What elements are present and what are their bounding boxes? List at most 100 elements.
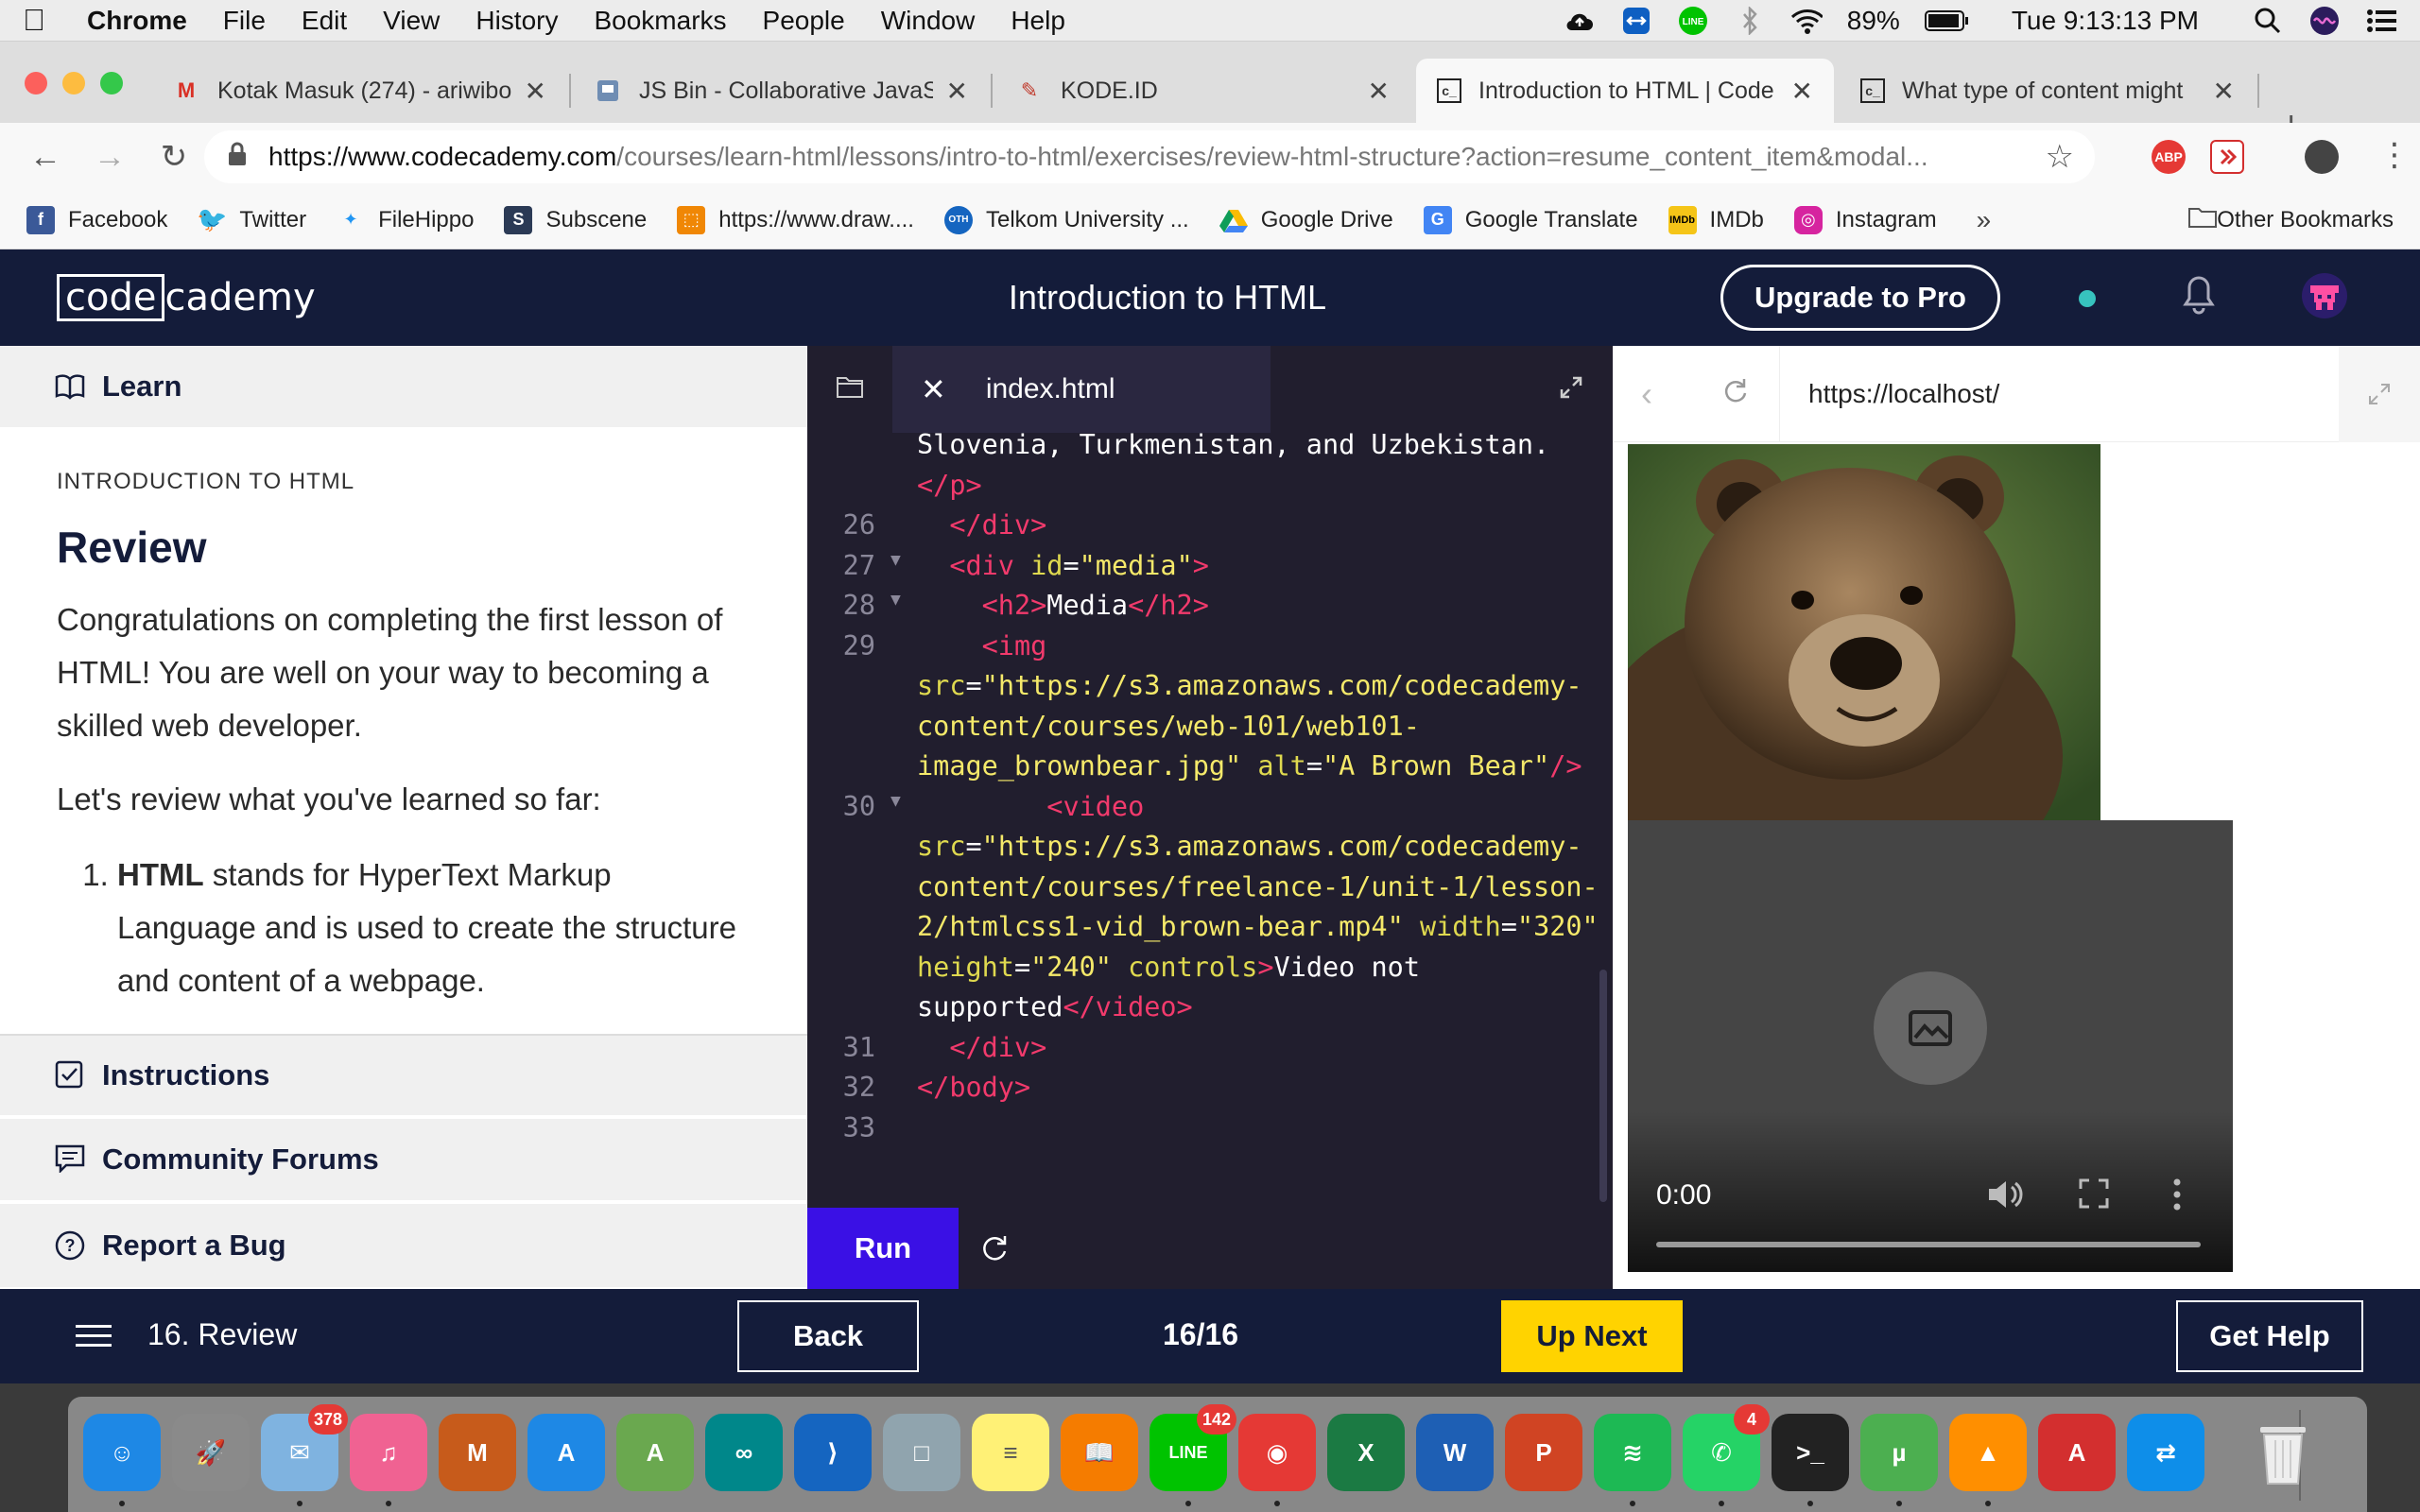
learn-section-header[interactable]: Learn [0, 346, 807, 429]
preview-back-icon[interactable]: ‹ [1641, 374, 1652, 414]
menu-view[interactable]: View [383, 6, 440, 36]
bookmark-imdb[interactable]: IMDb IMDb [1668, 205, 1764, 234]
finder-dock-icon[interactable]: ☺ [83, 1414, 161, 1491]
browser-tab[interactable]: M Kotak Masuk (274) - ariwibo ✕ [151, 59, 567, 123]
user-avatar[interactable] [2301, 272, 2348, 319]
browser-tab[interactable]: JS Bin - Collaborative JavaS ✕ [573, 59, 989, 123]
menu-bookmarks[interactable]: Bookmarks [594, 6, 726, 36]
menu-file[interactable]: File [223, 6, 266, 36]
bookmark-google-translate[interactable]: G Google Translate [1423, 205, 1638, 234]
ibooks-dock-icon[interactable]: 📖 [1061, 1414, 1138, 1491]
browser-tab-active[interactable]: c_ Introduction to HTML | Code ✕ [1416, 59, 1834, 123]
bookmark-draw[interactable]: ⬚ https://www.draw.... [677, 205, 914, 234]
terminal-dock-icon[interactable]: >_ [1772, 1414, 1849, 1491]
tab-close-icon[interactable]: ✕ [525, 76, 546, 107]
reset-code-icon[interactable] [979, 1232, 1010, 1267]
video-player[interactable]: 0:00 [1628, 820, 2233, 1272]
hamburger-menu-icon[interactable] [76, 1323, 112, 1354]
current-lesson-label[interactable]: 16. Review [147, 1317, 297, 1352]
fold-arrow-icon[interactable]: ▼ [890, 791, 901, 811]
bookmark-google-drive[interactable]: Google Drive [1219, 206, 1393, 234]
instructions-section-header[interactable]: Instructions [0, 1034, 807, 1117]
extension-red-icon[interactable] [2210, 140, 2244, 174]
adblock-plus-icon[interactable]: ABP [2152, 140, 2186, 174]
line-dock-icon[interactable]: LINE 142 [1150, 1404, 1236, 1491]
apple-menu-icon[interactable]:  [23, 3, 45, 38]
bookmark-instagram[interactable]: ◎ Instagram [1793, 205, 1937, 234]
close-file-icon[interactable]: ✕ [921, 371, 946, 407]
chrome-menu-icon[interactable]: ⋮ [2378, 136, 2411, 174]
back-button[interactable]: Back [737, 1300, 919, 1372]
teamviewer-tray-icon[interactable] [1620, 5, 1652, 37]
browser-tab[interactable]: c_ What type of content might ✕ [1840, 59, 2256, 123]
virtualbox-dock-icon[interactable]: □ [883, 1414, 960, 1491]
chrome-dock-icon[interactable]: ◉ [1238, 1414, 1316, 1491]
bookmark-filehippo[interactable]: ✦ FileHippo [337, 206, 475, 234]
mail-dock-icon[interactable]: ✉ 378 [261, 1404, 348, 1491]
bluetooth-icon[interactable] [1734, 5, 1766, 37]
matlab-dock-icon[interactable]: M [439, 1414, 516, 1491]
excel-dock-icon[interactable]: X [1327, 1414, 1405, 1491]
menu-app-name[interactable]: Chrome [87, 6, 187, 36]
android-studio-dock-icon[interactable]: A [616, 1414, 694, 1491]
up-next-button[interactable]: Up Next [1501, 1300, 1683, 1372]
acrobat-dock-icon[interactable]: A [2038, 1414, 2116, 1491]
wifi-icon[interactable] [1790, 5, 1823, 37]
app-store-dock-icon[interactable]: A [527, 1414, 605, 1491]
tab-close-icon[interactable]: ✕ [1368, 76, 1390, 107]
volume-icon[interactable] [1985, 1177, 2023, 1216]
report-bug-link[interactable]: ? Report a Bug [0, 1204, 807, 1289]
upgrade-to-pro-button[interactable]: Upgrade to Pro [1720, 265, 2000, 331]
tab-close-icon[interactable]: ✕ [1791, 76, 1813, 107]
arduino-dock-icon[interactable]: ∞ [705, 1414, 783, 1491]
forward-arrow-icon[interactable]: → [91, 139, 129, 176]
launchpad-dock-icon[interactable]: 🚀 [172, 1414, 250, 1491]
window-zoom-button[interactable] [100, 72, 123, 94]
profile-avatar[interactable] [2305, 140, 2339, 174]
preview-reload-icon[interactable] [1720, 376, 1749, 409]
browser-tab[interactable]: ✎ KODE.ID ✕ [994, 59, 1410, 123]
word-dock-icon[interactable]: W [1416, 1414, 1494, 1491]
code-area[interactable]: Slovenia, Turkmenistan, and Uzbekistan. <… [807, 433, 1613, 1208]
menu-help[interactable]: Help [1011, 6, 1065, 36]
window-close-button[interactable] [25, 72, 47, 94]
window-minimize-button[interactable] [62, 72, 85, 94]
video-more-icon[interactable] [2172, 1177, 2182, 1216]
bookmark-star-icon[interactable]: ☆ [2046, 138, 2074, 176]
fullscreen-icon[interactable] [2078, 1177, 2110, 1214]
fold-arrow-icon[interactable]: ▼ [890, 550, 901, 570]
editor-scrollbar[interactable] [1599, 970, 1607, 1202]
fold-arrow-icon[interactable]: ▼ [890, 590, 901, 610]
tab-close-icon[interactable]: ✕ [2213, 76, 2235, 107]
menu-clock[interactable]: Tue 9:13:13 PM [2012, 6, 2199, 36]
address-bar[interactable]: https://www.codecademy.com/courses/learn… [204, 130, 2095, 183]
back-arrow-icon[interactable]: ← [26, 139, 64, 176]
battery-icon[interactable] [1924, 5, 1970, 37]
bookmark-facebook[interactable]: f Facebook [26, 205, 167, 234]
trash-icon[interactable] [2244, 1414, 2322, 1491]
spotlight-search-icon[interactable] [2252, 5, 2284, 37]
powerpoint-dock-icon[interactable]: P [1505, 1414, 1582, 1491]
video-progress-bar[interactable] [1656, 1242, 2201, 1247]
vscode-dock-icon[interactable]: ⟩ [794, 1414, 872, 1491]
menu-history[interactable]: History [475, 6, 558, 36]
line-tray-icon[interactable]: LINE [1677, 5, 1709, 37]
preview-expand-icon[interactable] [2339, 346, 2420, 442]
menu-people[interactable]: People [763, 6, 845, 36]
community-forums-link[interactable]: Community Forums [0, 1119, 807, 1202]
vlc-dock-icon[interactable]: ▲ [1949, 1414, 2027, 1491]
get-help-button[interactable]: Get Help [2176, 1300, 2363, 1372]
bookmarks-overflow-button[interactable]: » [1977, 205, 1992, 235]
preview-url[interactable]: https://localhost/ [1779, 346, 2308, 442]
spotify-dock-icon[interactable]: ≋ [1594, 1414, 1671, 1491]
siri-icon[interactable] [2308, 5, 2341, 37]
utorrent-dock-icon[interactable]: µ [1860, 1414, 1938, 1491]
teamviewer-dock-icon[interactable]: ⇄ [2127, 1414, 2204, 1491]
cloud-upload-icon[interactable] [1564, 5, 1596, 37]
other-bookmarks[interactable]: Other Bookmarks [2188, 205, 2394, 234]
editor-file-tab[interactable]: ✕ index.html [892, 346, 1270, 433]
notification-center-icon[interactable] [2365, 5, 2397, 37]
menu-window[interactable]: Window [881, 6, 976, 36]
whatsapp-dock-icon[interactable]: ✆ 4 [1683, 1404, 1770, 1491]
bookmark-subscene[interactable]: S Subscene [504, 205, 647, 234]
